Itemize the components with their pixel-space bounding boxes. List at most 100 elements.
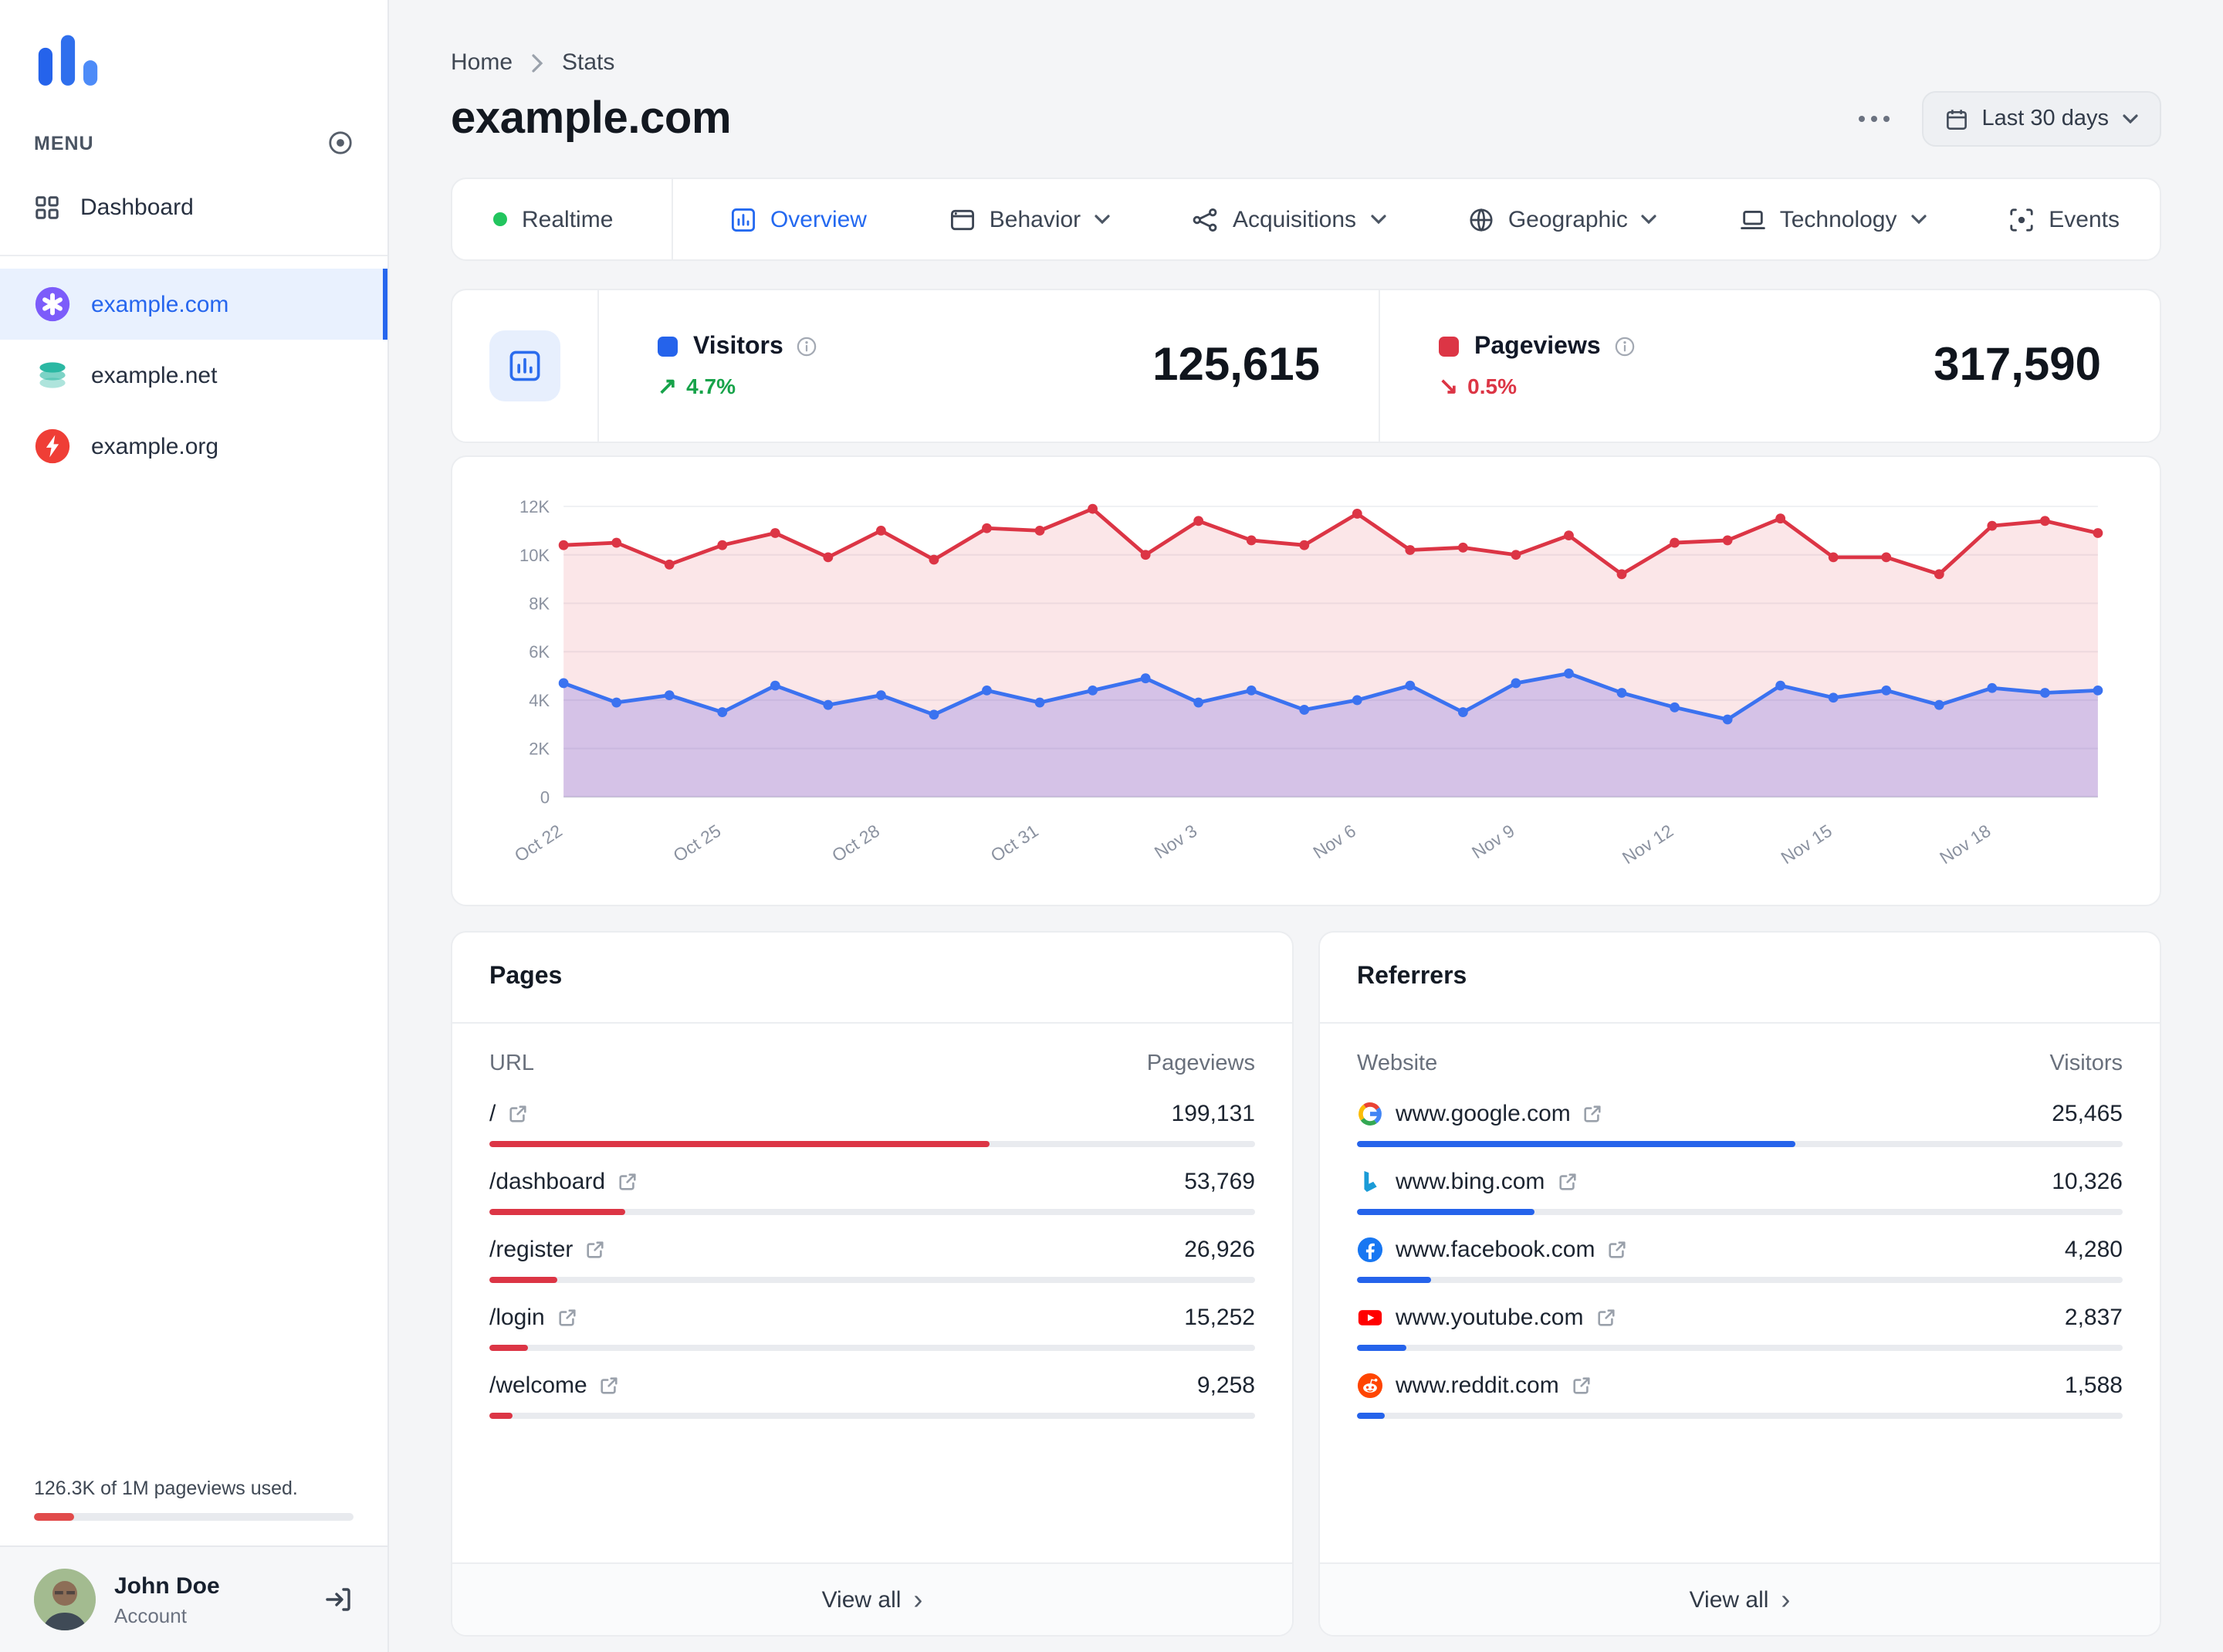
row-value: 1,588 (2064, 1373, 2123, 1400)
breadcrumb-home[interactable]: Home (451, 49, 513, 76)
progress-fill (1357, 1209, 1535, 1216)
avatar (34, 1569, 96, 1630)
table-row[interactable]: www.youtube.com 2,837 (1357, 1305, 2123, 1352)
events-icon (2008, 206, 2035, 232)
external-link-icon[interactable] (618, 1172, 638, 1192)
external-link-icon[interactable] (1572, 1376, 1592, 1396)
info-icon[interactable] (1615, 337, 1635, 357)
technology-icon (1740, 206, 1766, 232)
main-content: Home Stats example.com Last 30 days Real… (389, 0, 2223, 1652)
stats-icon-cell (452, 290, 599, 442)
progress-track (489, 1277, 1255, 1284)
more-icon[interactable] (1854, 105, 1894, 133)
trend-down-icon: ↘ (1439, 373, 1459, 399)
table-row[interactable]: www.facebook.com 4,280 (1357, 1237, 2123, 1284)
referrers-title: Referrers (1320, 933, 2160, 1024)
tab-realtime[interactable]: Realtime (468, 179, 638, 259)
traffic-chart: 0 2K 4K 6K 8K 10K 12K Oct 22 Oct 25 Oct 28 Oct 31 N… (492, 488, 2120, 892)
table-row[interactable]: /register 26,926 (489, 1237, 1255, 1284)
visitors-label: Visitors (693, 333, 783, 359)
visitors-stat: Visitors ↗ 4.7% 125,615 (599, 290, 1379, 442)
tab-divider (671, 179, 673, 259)
visitors-delta: 4.7% (686, 373, 736, 398)
theme-icon[interactable] (327, 130, 354, 156)
tab-overview[interactable]: Overview (705, 179, 892, 259)
info-icon[interactable] (797, 337, 817, 357)
progress-fill (1357, 1141, 1795, 1148)
svg-text:0: 0 (540, 787, 550, 807)
sidebar-item-example.com[interactable]: example.com (0, 269, 387, 340)
progress-fill (489, 1277, 557, 1284)
tab-events[interactable]: Events (1984, 179, 2144, 259)
progress-fill (489, 1209, 625, 1216)
pageviews-delta: 0.5% (1467, 373, 1517, 398)
table-row[interactable]: /welcome 9,258 (489, 1373, 1255, 1420)
breadcrumb-current: Stats (562, 49, 615, 76)
table-row[interactable]: /login 15,252 (489, 1305, 1255, 1352)
column-url: URL (489, 1051, 535, 1077)
table-row[interactable]: www.google.com 25,465 (1357, 1101, 2123, 1148)
sidebar-item-example.net[interactable]: example.net (0, 340, 387, 411)
pages-view-all-button[interactable]: View all › (452, 1562, 1292, 1635)
site-label: example.org (91, 433, 219, 459)
chevron-down-icon (1370, 215, 1386, 224)
usage-section: 126.3K of 1M pageviews used. (0, 1478, 387, 1545)
traffic-chart-svg: 0 2K 4K 6K 8K 10K 12K Oct 22 Oct 25 Oct 28 Oct 31 N… (511, 497, 2103, 868)
chevron-down-icon (2123, 114, 2138, 124)
external-link-icon[interactable] (585, 1240, 605, 1260)
external-link-icon[interactable] (600, 1376, 620, 1396)
tab-acquisitions[interactable]: Acquisitions (1168, 179, 1410, 259)
youtube-favicon (1357, 1305, 1383, 1331)
row-label: /dashboard (489, 1169, 606, 1196)
facebook-favicon (1357, 1237, 1383, 1263)
svg-text:Nov 12: Nov 12 (1619, 821, 1677, 868)
sidebar-item-dashboard[interactable]: Dashboard (0, 171, 387, 242)
progress-track (1357, 1277, 2123, 1284)
progress-fill (1357, 1413, 1385, 1420)
row-value: 15,252 (1184, 1305, 1255, 1332)
column-pageviews: Pageviews (1146, 1051, 1255, 1077)
svg-text:2K: 2K (529, 740, 550, 759)
referrers-view-all-button[interactable]: View all › (1320, 1562, 2160, 1635)
tab-behavior[interactable]: Behavior (925, 179, 1135, 259)
tab-technology[interactable]: Technology (1715, 179, 1951, 259)
tab-label: Overview (770, 206, 867, 232)
row-value: 9,258 (1196, 1373, 1255, 1400)
visitors-swatch (658, 337, 678, 357)
external-link-icon[interactable] (508, 1104, 528, 1124)
dashboard-grid-icon (34, 194, 60, 220)
table-row[interactable]: www.reddit.com 1,588 (1357, 1373, 2123, 1420)
progress-fill (489, 1413, 513, 1420)
logout-icon[interactable] (323, 1584, 354, 1615)
account-section[interactable]: John Doe Account (0, 1545, 387, 1652)
table-row[interactable]: /dashboard 53,769 (489, 1169, 1255, 1216)
row-label: /login (489, 1305, 545, 1332)
date-range-button[interactable]: Last 30 days (1921, 91, 2161, 147)
account-text: John Doe Account (114, 1572, 220, 1627)
pages-card: Pages URL Pageviews / 199,131 /dashboard (451, 931, 1294, 1637)
table-row[interactable]: www.bing.com 10,326 (1357, 1169, 2123, 1216)
svg-text:Nov 9: Nov 9 (1468, 821, 1518, 863)
row-value: 4,280 (2064, 1237, 2123, 1264)
external-link-icon[interactable] (1583, 1104, 1603, 1124)
bar-chart-logo-icon (38, 35, 98, 86)
chevron-right-icon: › (913, 1584, 923, 1615)
row-value: 10,326 (2052, 1169, 2123, 1196)
pages-rows: / 199,131 /dashboard 53,769 /register 26… (489, 1101, 1255, 1420)
external-link-icon[interactable] (1595, 1308, 1616, 1328)
sidebar-item-example.org[interactable]: example.org (0, 411, 387, 482)
row-label: /register (489, 1237, 574, 1264)
external-link-icon[interactable] (1607, 1240, 1627, 1260)
table-row[interactable]: / 199,131 (489, 1101, 1255, 1148)
row-value: 2,837 (2064, 1305, 2123, 1332)
external-link-icon[interactable] (557, 1308, 577, 1328)
breadcrumb: Home Stats (451, 49, 2161, 76)
external-link-icon[interactable] (1557, 1172, 1577, 1192)
tab-label: Geographic (1507, 206, 1628, 232)
calendar-icon (1945, 107, 1968, 130)
tab-geographic[interactable]: Geographic (1443, 179, 1682, 259)
row-label: /welcome (489, 1373, 587, 1400)
app-root: MENU Dashboard example.com example.net e… (0, 0, 2223, 1652)
pages-title: Pages (452, 933, 1292, 1024)
